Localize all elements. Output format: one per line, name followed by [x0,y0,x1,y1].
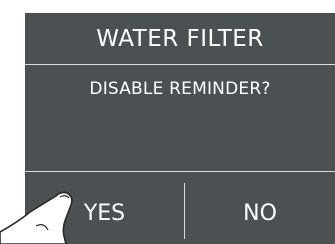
no-button[interactable]: NO [185,183,335,244]
dialog-title: WATER FILTER [96,25,264,52]
buttons-divider [25,171,335,172]
reminder-dialog: WATER FILTER DISABLE REMINDER? YES NO [25,13,335,244]
yes-button[interactable]: YES [25,183,184,244]
dialog-message: DISABLE REMINDER? [89,79,271,99]
